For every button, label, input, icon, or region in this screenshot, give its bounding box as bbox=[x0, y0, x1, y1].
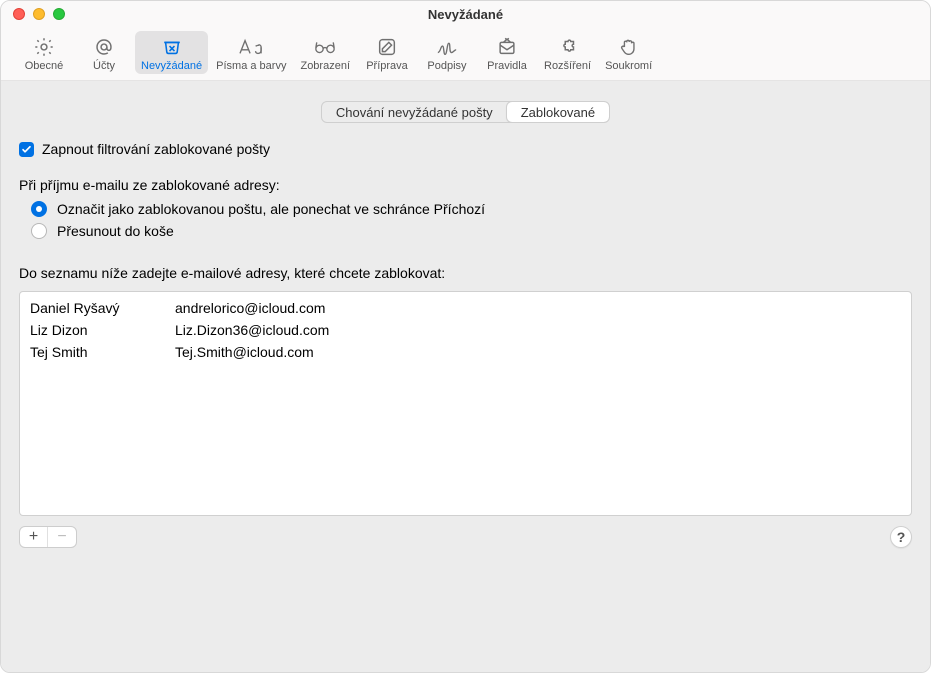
toolbar-label: Pravidla bbox=[487, 60, 527, 72]
toolbar-label: Rozšíření bbox=[544, 60, 591, 72]
blocked-panel: Zapnout filtrování zablokované pošty Při… bbox=[19, 141, 912, 658]
table-row[interactable]: Tej SmithTej.Smith@icloud.com bbox=[20, 341, 911, 363]
rules-icon bbox=[496, 35, 518, 59]
close-window-button[interactable] bbox=[13, 8, 25, 20]
blocked-email: Liz.Dizon36@icloud.com bbox=[165, 319, 911, 341]
junk-icon bbox=[161, 35, 183, 59]
radio-trash-row[interactable]: Přesunout do koše bbox=[31, 223, 912, 239]
toolbar-label: Soukromí bbox=[605, 60, 652, 72]
radio-selected-icon[interactable] bbox=[31, 201, 47, 217]
table-row[interactable]: Daniel Ryšavýandrelorico@icloud.com bbox=[20, 292, 911, 319]
preferences-window: Nevyžádané Obecné Účty Nevyžádané Písma … bbox=[0, 0, 931, 673]
toolbar-label: Příprava bbox=[366, 60, 408, 72]
enable-blocked-label: Zapnout filtrování zablokované pošty bbox=[42, 141, 270, 157]
blocked-name: Liz Dizon bbox=[20, 319, 165, 341]
toolbar-accounts[interactable]: Účty bbox=[75, 31, 133, 74]
enable-blocked-row[interactable]: Zapnout filtrování zablokované pošty bbox=[19, 141, 912, 157]
blocked-list-label: Do seznamu níže zadejte e-mailové adresy… bbox=[19, 265, 912, 281]
gear-icon bbox=[33, 35, 55, 59]
at-icon bbox=[93, 35, 115, 59]
toolbar: Obecné Účty Nevyžádané Písma a barvy Zob… bbox=[1, 27, 930, 81]
radio-unselected-icon[interactable] bbox=[31, 223, 47, 239]
when-blocked-label: Při příjmu e-mailu ze zablokované adresy… bbox=[19, 177, 912, 193]
toolbar-fonts[interactable]: Písma a barvy bbox=[210, 31, 292, 74]
blocked-email: andrelorico@icloud.com bbox=[165, 292, 911, 319]
compose-icon bbox=[376, 35, 398, 59]
toolbar-viewing[interactable]: Zobrazení bbox=[294, 31, 356, 74]
zoom-window-button[interactable] bbox=[53, 8, 65, 20]
traffic-lights bbox=[13, 8, 65, 20]
toolbar-junk[interactable]: Nevyžádané bbox=[135, 31, 208, 74]
signature-icon bbox=[435, 35, 459, 59]
blocked-name: Daniel Ryšavý bbox=[20, 292, 165, 319]
fonts-icon bbox=[237, 35, 265, 59]
radio-mark-row[interactable]: Označit jako zablokovanou poštu, ale pon… bbox=[31, 201, 912, 217]
content: Chování nevyžádané pošty Zablokované Zap… bbox=[1, 81, 930, 672]
toolbar-label: Obecné bbox=[25, 60, 64, 72]
toolbar-signatures[interactable]: Podpisy bbox=[418, 31, 476, 74]
footer: + − ? bbox=[19, 526, 912, 548]
puzzle-icon bbox=[557, 35, 579, 59]
help-button[interactable]: ? bbox=[890, 526, 912, 548]
toolbar-label: Písma a barvy bbox=[216, 60, 286, 72]
toolbar-rules[interactable]: Pravidla bbox=[478, 31, 536, 74]
titlebar: Nevyžádané bbox=[1, 1, 930, 27]
blocked-list[interactable]: Daniel Ryšavýandrelorico@icloud.comLiz D… bbox=[19, 291, 912, 516]
toolbar-composing[interactable]: Příprava bbox=[358, 31, 416, 74]
radio-group: Označit jako zablokovanou poštu, ale pon… bbox=[31, 201, 912, 245]
remove-button[interactable]: − bbox=[48, 527, 76, 547]
table-row[interactable]: Liz DizonLiz.Dizon36@icloud.com bbox=[20, 319, 911, 341]
toolbar-general[interactable]: Obecné bbox=[15, 31, 73, 74]
blocked-email: Tej.Smith@icloud.com bbox=[165, 341, 911, 363]
radio-mark-label: Označit jako zablokovanou poštu, ale pon… bbox=[57, 201, 485, 217]
toolbar-label: Zobrazení bbox=[300, 60, 350, 72]
add-button[interactable]: + bbox=[20, 527, 48, 547]
minimize-window-button[interactable] bbox=[33, 8, 45, 20]
tab-junk-behavior[interactable]: Chování nevyžádané pošty bbox=[322, 102, 507, 122]
sub-tabs: Chování nevyžádané pošty Zablokované bbox=[19, 101, 912, 123]
toolbar-privacy[interactable]: Soukromí bbox=[599, 31, 658, 74]
hand-icon bbox=[618, 35, 640, 59]
window-title: Nevyžádané bbox=[1, 7, 930, 22]
glasses-icon bbox=[312, 35, 338, 59]
toolbar-extensions[interactable]: Rozšíření bbox=[538, 31, 597, 74]
toolbar-label: Podpisy bbox=[427, 60, 466, 72]
tab-blocked[interactable]: Zablokované bbox=[507, 102, 609, 122]
blocked-name: Tej Smith bbox=[20, 341, 165, 363]
toolbar-label: Nevyžádané bbox=[141, 60, 202, 72]
checkbox-checked-icon[interactable] bbox=[19, 142, 34, 157]
add-remove-buttons: + − bbox=[19, 526, 77, 548]
toolbar-label: Účty bbox=[93, 60, 115, 72]
radio-trash-label: Přesunout do koše bbox=[57, 223, 174, 239]
